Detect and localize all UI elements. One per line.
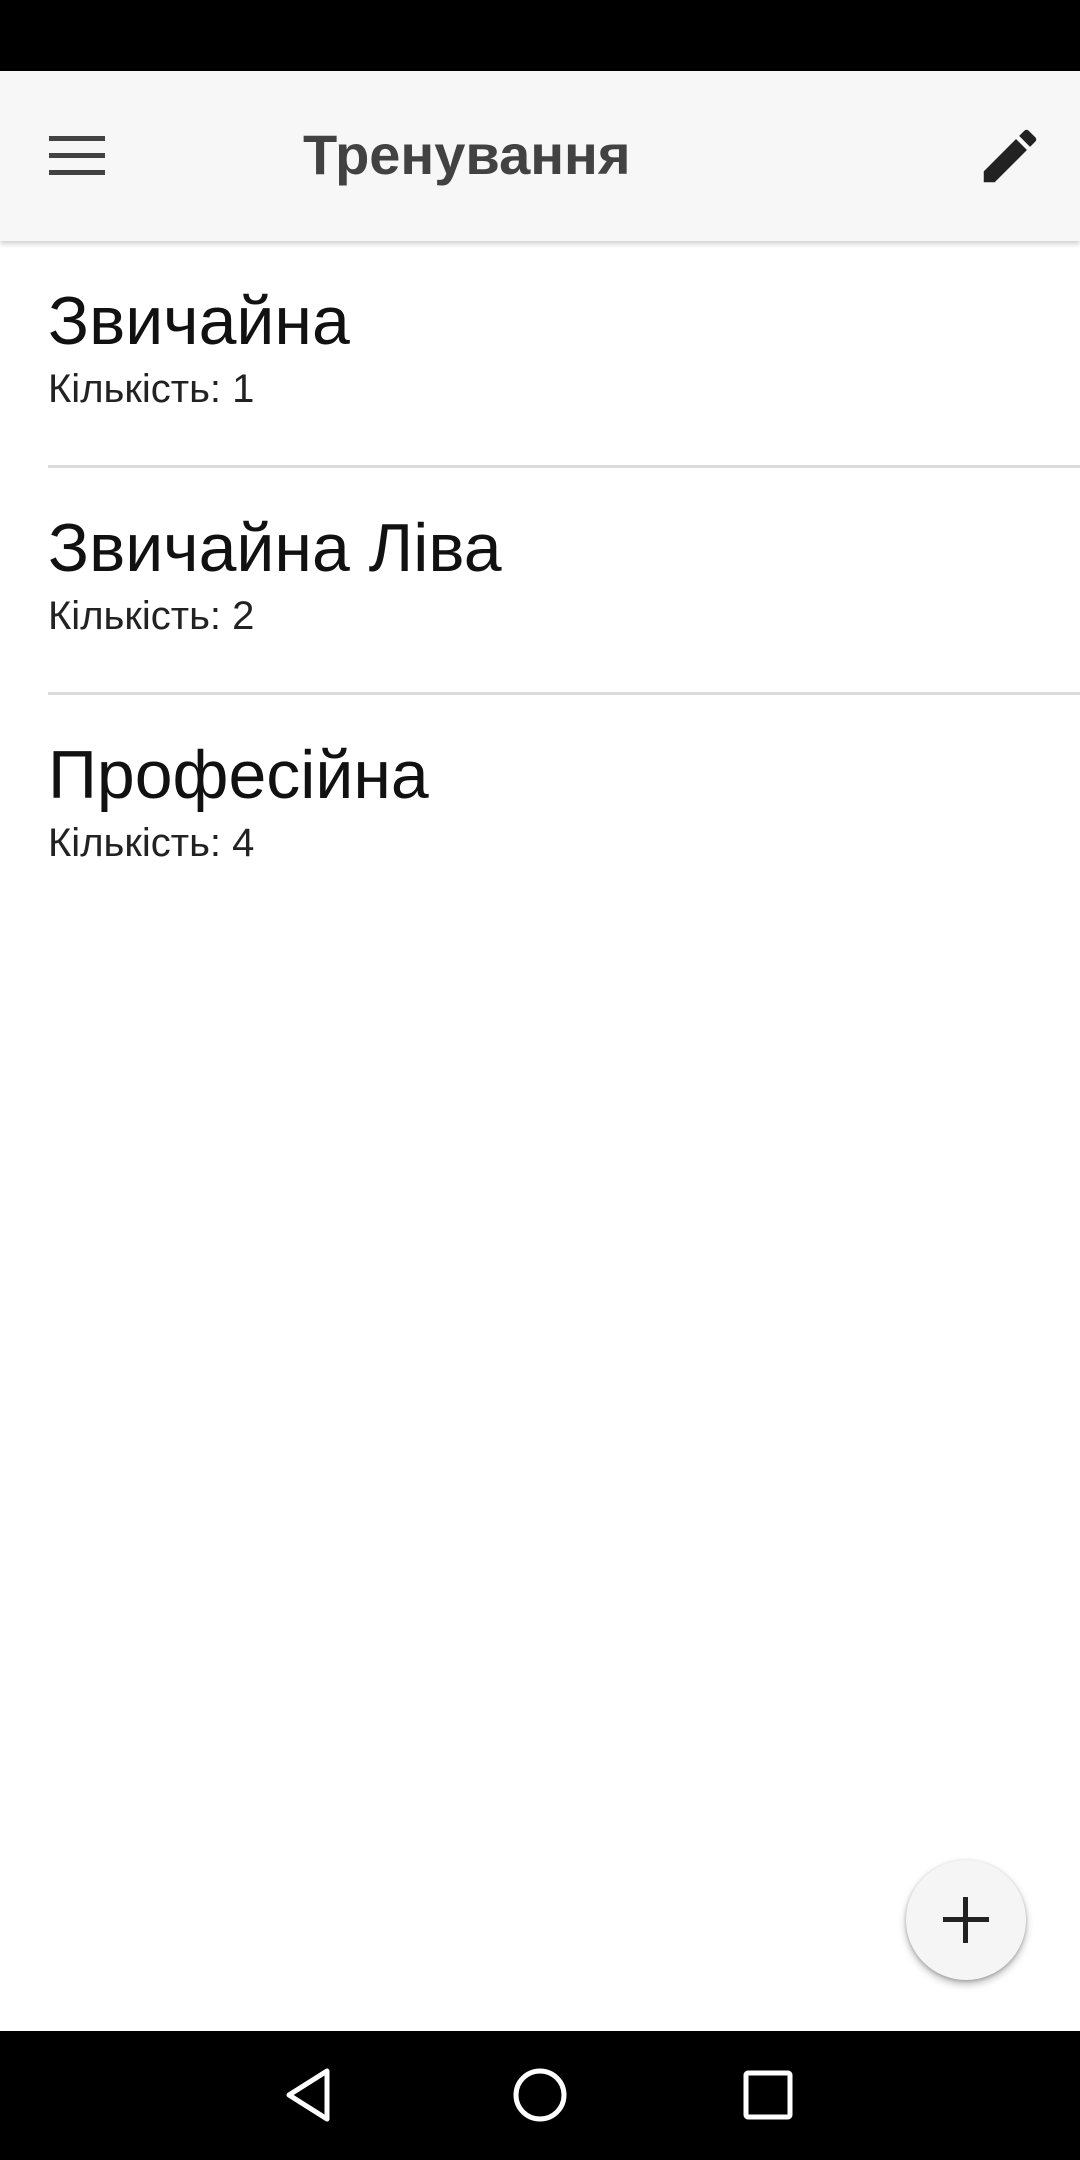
list-item-title: Професійна (48, 737, 429, 813)
list-item[interactable]: Звичайна Ліва Кількість: 2 (0, 468, 1080, 695)
workout-list: Звичайна Кількість: 1 Звичайна Ліва Кіль… (0, 241, 1080, 922)
list-item[interactable]: Звичайна Кількість: 1 (0, 241, 1080, 468)
status-bar (0, 0, 1080, 71)
add-button[interactable] (906, 1860, 1026, 1980)
page-title: Тренування (303, 123, 631, 186)
pencil-icon (983, 129, 1037, 183)
app-bar: Тренування (0, 71, 1080, 241)
list-item-count: Кількість: 1 (48, 367, 255, 411)
home-button[interactable] (500, 2055, 580, 2135)
home-icon (513, 2068, 567, 2122)
plus-icon (943, 1897, 989, 1943)
menu-button[interactable] (28, 116, 128, 196)
recents-icon (743, 2070, 793, 2120)
list-item-count: Кількість: 2 (48, 594, 255, 638)
navigation-bar (0, 2031, 1080, 2160)
list-item[interactable]: Професійна Кількість: 4 (0, 695, 1080, 922)
list-item-title: Звичайна (48, 283, 350, 359)
edit-button[interactable] (960, 106, 1060, 206)
back-button[interactable] (268, 2055, 348, 2135)
back-icon (286, 2068, 330, 2122)
list-item-count: Кількість: 4 (48, 821, 255, 865)
hamburger-menu-icon (49, 136, 105, 175)
list-item-title: Звичайна Ліва (48, 510, 502, 586)
recents-button[interactable] (728, 2055, 808, 2135)
